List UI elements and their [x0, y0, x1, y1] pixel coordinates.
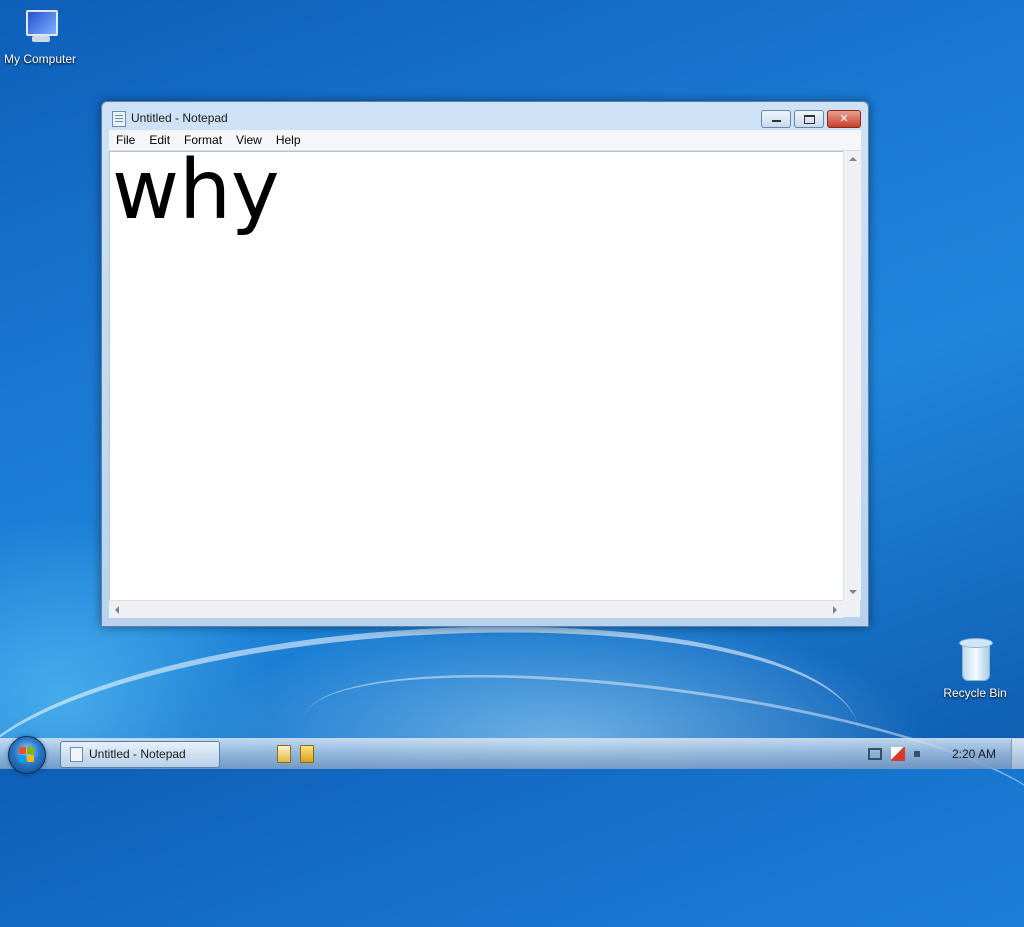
start-button[interactable]	[8, 736, 46, 774]
show-desktop-button[interactable]	[1011, 739, 1024, 769]
documents-icon[interactable]	[277, 745, 291, 763]
taskbar: Untitled - Notepad 2:20 AM	[0, 736, 1024, 774]
menu-format[interactable]: Format	[177, 130, 229, 150]
volume-icon[interactable]	[914, 751, 924, 757]
title-bar[interactable]: Untitled - Notepad ✕	[102, 102, 868, 132]
scroll-left-icon[interactable]	[115, 606, 119, 614]
horizontal-scrollbar[interactable]	[109, 600, 843, 618]
folder-icon[interactable]	[300, 745, 314, 763]
taskbar-item-notepad[interactable]: Untitled - Notepad	[60, 741, 220, 768]
network-icon[interactable]	[868, 748, 882, 760]
minimize-button[interactable]	[761, 110, 791, 128]
size-grip[interactable]	[843, 600, 860, 617]
maximize-icon	[804, 115, 815, 124]
computer-icon	[20, 8, 60, 48]
close-icon: ✕	[839, 112, 849, 125]
scroll-down-icon[interactable]	[849, 590, 857, 594]
taskbar-item-label: Untitled - Notepad	[89, 747, 186, 761]
desktop-icon-label: My Computer	[3, 52, 77, 66]
notepad-icon	[112, 111, 126, 127]
menu-file[interactable]: File	[109, 130, 142, 150]
maximize-button[interactable]	[794, 110, 824, 128]
notepad-window: Untitled - Notepad ✕ File Edit Format Vi…	[101, 101, 869, 627]
menu-edit[interactable]: Edit	[142, 130, 177, 150]
minimize-icon	[772, 120, 781, 122]
recycle-bin-icon	[959, 638, 993, 682]
action-center-icon[interactable]	[891, 747, 905, 761]
menu-view[interactable]: View	[229, 130, 269, 150]
close-button[interactable]: ✕	[827, 110, 861, 128]
editor-content[interactable]: why	[112, 152, 280, 236]
menu-help[interactable]: Help	[269, 130, 308, 150]
menu-bar: File Edit Format View Help	[109, 130, 861, 151]
notepad-icon	[70, 747, 83, 762]
text-editor[interactable]: why	[109, 151, 843, 601]
desktop-icon-label: Recycle Bin	[943, 686, 1007, 700]
desktop-icon-my-computer[interactable]: My Computer	[0, 8, 80, 66]
clock[interactable]: 2:20 AM	[952, 747, 996, 761]
system-tray: 2:20 AM	[862, 739, 1024, 769]
desktop-icon-recycle-bin[interactable]: Recycle Bin	[935, 638, 1015, 700]
vertical-scrollbar[interactable]	[843, 151, 861, 600]
scroll-up-icon[interactable]	[849, 157, 857, 161]
window-title: Untitled - Notepad	[131, 111, 228, 125]
scroll-right-icon[interactable]	[833, 606, 837, 614]
